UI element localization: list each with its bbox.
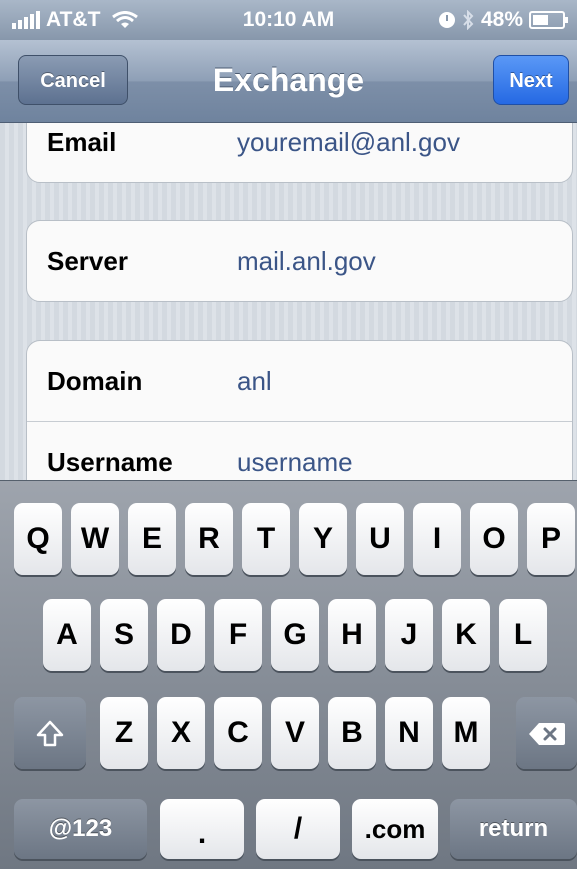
key-y[interactable]: Y <box>299 503 347 575</box>
account-form: Email youremail@anl.gov Server mail.anl.… <box>0 123 577 480</box>
return-key[interactable]: return <box>450 799 577 859</box>
page-title: Exchange <box>212 62 365 98</box>
backspace-icon <box>528 722 565 745</box>
backspace-key[interactable] <box>516 697 577 769</box>
domain-label: Domain <box>47 366 143 396</box>
next-button[interactable]: Next <box>493 55 569 105</box>
numbers-key[interactable]: @123 <box>14 799 147 859</box>
key-a[interactable]: A <box>43 599 91 671</box>
keyboard: Q W E R T Y U I O P A S D F G H J K L Z … <box>0 480 577 869</box>
key-s[interactable]: S <box>100 599 148 671</box>
key-x[interactable]: X <box>157 697 205 769</box>
email-value[interactable]: youremail@anl.gov <box>237 123 460 182</box>
email-label: Email <box>47 127 117 157</box>
key-g[interactable]: G <box>271 599 319 671</box>
bluetooth-icon <box>463 10 474 30</box>
key-p[interactable]: P <box>527 503 575 575</box>
alarm-icon <box>438 12 455 28</box>
key-i[interactable]: I <box>413 503 461 575</box>
domain-value[interactable]: anl <box>237 341 272 421</box>
server-label: Server <box>47 246 128 276</box>
shift-icon <box>36 720 64 746</box>
domain-field[interactable]: Domain anl <box>27 341 572 421</box>
key-n[interactable]: N <box>385 697 433 769</box>
credentials-group: Domain anl Username username <box>26 340 573 480</box>
slash-key[interactable]: / <box>256 799 340 859</box>
key-c[interactable]: C <box>214 697 262 769</box>
key-q[interactable]: Q <box>14 503 62 575</box>
key-l[interactable]: L <box>499 599 547 671</box>
key-u[interactable]: U <box>356 503 404 575</box>
dotcom-key[interactable]: .com <box>352 799 438 859</box>
key-w[interactable]: W <box>71 503 119 575</box>
username-field[interactable]: Username username <box>27 421 572 480</box>
email-group: Email youremail@anl.gov <box>26 123 573 183</box>
battery-icon <box>529 11 568 29</box>
key-j[interactable]: J <box>385 599 433 671</box>
key-r[interactable]: R <box>185 503 233 575</box>
battery-percent: 48% <box>480 8 523 31</box>
key-v[interactable]: V <box>271 697 319 769</box>
key-t[interactable]: T <box>242 503 290 575</box>
exchange-setup-screen: AT&T 10:10 AM 48% Cancel Exchange Next E… <box>0 0 577 869</box>
username-label: Username <box>47 447 173 477</box>
server-group: Server mail.anl.gov <box>26 220 573 302</box>
navigation-bar: Cancel Exchange Next <box>0 40 577 123</box>
key-o[interactable]: O <box>470 503 518 575</box>
key-f[interactable]: F <box>214 599 262 671</box>
username-value[interactable]: username <box>237 422 353 480</box>
server-field[interactable]: Server mail.anl.gov <box>27 221 572 301</box>
period-key[interactable]: . <box>160 799 244 859</box>
server-value[interactable]: mail.anl.gov <box>237 221 376 301</box>
status-bar: AT&T 10:10 AM 48% <box>0 0 577 40</box>
email-field[interactable]: Email youremail@anl.gov <box>27 123 572 182</box>
key-d[interactable]: D <box>157 599 205 671</box>
shift-key[interactable] <box>14 697 86 769</box>
key-z[interactable]: Z <box>100 697 148 769</box>
key-h[interactable]: H <box>328 599 376 671</box>
key-m[interactable]: M <box>442 697 490 769</box>
key-e[interactable]: E <box>128 503 176 575</box>
key-b[interactable]: B <box>328 697 376 769</box>
key-k[interactable]: K <box>442 599 490 671</box>
